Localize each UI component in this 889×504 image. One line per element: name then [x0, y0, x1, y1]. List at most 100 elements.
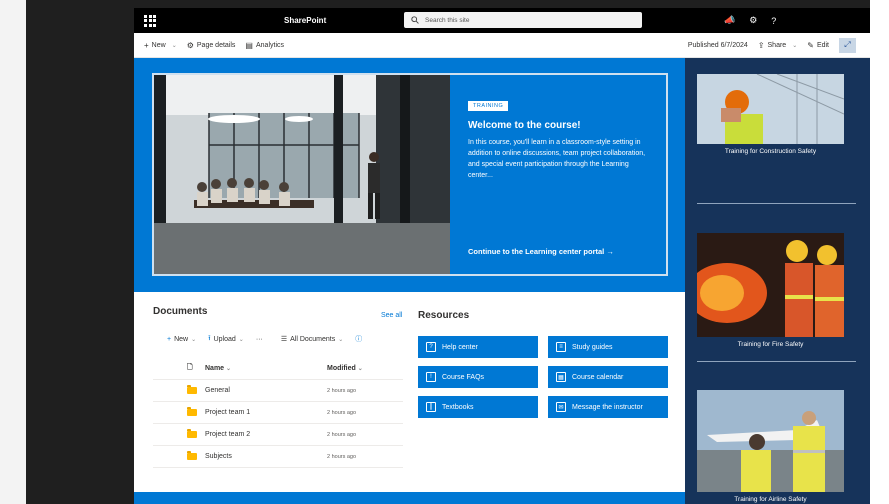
plus-icon: + — [144, 40, 149, 50]
file-modified: 2 hours ago — [327, 409, 357, 416]
chevron-down-icon: ⌄ — [792, 42, 798, 49]
upload-label: Upload — [213, 335, 236, 343]
expand-icon[interactable]: ⤢ — [839, 37, 856, 53]
help-question-icon[interactable]: ? — [771, 16, 776, 26]
view-selector[interactable]: ☰ All Documents ⌄ — [281, 335, 344, 344]
upload-icon: ⭱ — [208, 334, 211, 342]
file-type-icon: 🗋 — [187, 364, 193, 371]
message-instructor-button[interactable]: ✉ Message the instructor — [548, 396, 668, 418]
analytics-icon: ▤ — [245, 40, 253, 50]
document-icon: ≡ — [556, 342, 566, 352]
fire-safety-caption: Training for Fire Safety — [737, 341, 804, 348]
faq-icon: ! — [426, 372, 436, 382]
chevron-down-icon: ⌄ — [338, 336, 344, 343]
edit-button[interactable]: ✎ Edit — [807, 41, 829, 50]
study-guides-button[interactable]: ≡ Study guides — [548, 336, 668, 358]
calendar-icon: ▦ — [556, 372, 566, 382]
resources-title: Resources — [418, 310, 470, 321]
training-sidebar: Training for Construction Safety Trainin… — [685, 58, 870, 504]
documents-toolbar: + New ⌄ ⭱ Upload ⌄ ··· ☰ All Documents ⌄… — [167, 333, 407, 345]
training-badge: TRAINING — [468, 101, 509, 111]
textbooks-button[interactable]: ║ Textbooks — [418, 396, 538, 418]
course-faqs-button[interactable]: ! Course FAQs — [418, 366, 538, 388]
right-background-strip — [870, 0, 889, 504]
page-details-button[interactable]: ⚙ Page details — [187, 41, 236, 50]
help-center-button[interactable]: ? Help center — [418, 336, 538, 358]
fire-safety-image — [697, 233, 844, 337]
sidebar-divider — [697, 361, 856, 362]
file-modified: 2 hours ago — [327, 431, 357, 438]
file-name[interactable]: Project team 2 — [205, 431, 327, 438]
file-name[interactable]: Subjects — [205, 453, 327, 460]
airline-safety-image — [697, 390, 844, 492]
app-launcher-icon[interactable] — [144, 14, 156, 27]
plus-icon: + — [167, 335, 172, 343]
search-icon — [411, 16, 419, 24]
table-row[interactable]: Project team 2 2 hours ago — [153, 424, 403, 446]
folder-icon — [187, 385, 197, 394]
textbooks-label: Textbooks — [442, 403, 474, 411]
gear-icon[interactable]: ⚙ — [749, 15, 757, 26]
documents-webpart: Documents See all + New ⌄ ⭱ Upload ⌄ ···… — [153, 306, 408, 468]
suite-bar: SharePoint 📣 ⚙ ? — [134, 8, 870, 33]
search-input[interactable] — [425, 16, 625, 24]
info-button[interactable]: ⓘ — [355, 334, 362, 344]
help-center-label: Help center — [442, 343, 478, 351]
command-bar: + New ⌄ ⚙ Page details ▤ Analytics Publi… — [134, 33, 870, 58]
sharepoint-window: SharePoint 📣 ⚙ ? + New ⌄ ⚙ Page details … — [134, 8, 870, 504]
info-icon: ⓘ — [355, 336, 363, 343]
airline-safety-caption: Training for Airline Safety — [734, 496, 807, 503]
help-icon: ? — [426, 342, 436, 352]
table-row[interactable]: Subjects 2 hours ago — [153, 446, 403, 468]
learning-center-link[interactable]: Continue to the Learning center portal → — [468, 247, 614, 256]
hero-image — [154, 75, 450, 274]
column-header-name[interactable]: Name ⌄ — [205, 365, 327, 372]
app-name[interactable]: SharePoint — [284, 16, 326, 25]
bottom-banner — [134, 492, 685, 504]
file-name[interactable]: Project team 1 — [205, 409, 327, 416]
documents-title: Documents — [153, 306, 208, 317]
doc-new-button[interactable]: + New ⌄ — [167, 336, 196, 343]
hero-card[interactable]: TRAINING Welcome to the course! In this … — [152, 73, 668, 276]
construction-safety-card[interactable]: Training for Construction Safety — [697, 74, 856, 155]
chevron-down-icon: ⌄ — [238, 336, 244, 343]
more-options-button[interactable]: ··· — [256, 336, 263, 343]
view-label: All Documents — [290, 335, 336, 343]
pencil-icon: ✎ — [807, 40, 814, 50]
megaphone-icon[interactable]: 📣 — [724, 15, 735, 26]
table-row[interactable]: General 2 hours ago — [153, 380, 403, 402]
sidebar-divider — [697, 203, 856, 204]
file-modified: 2 hours ago — [327, 453, 357, 460]
analytics-button[interactable]: ▤ Analytics — [245, 41, 284, 50]
hero-text-panel: TRAINING Welcome to the course! In this … — [450, 75, 666, 274]
message-instructor-label: Message the instructor — [572, 403, 643, 411]
fire-safety-card[interactable]: Training for Fire Safety — [697, 233, 856, 348]
resources-webpart: Resources ? Help center ≡ Study guides !… — [418, 310, 678, 418]
construction-safety-caption: Training for Construction Safety — [724, 148, 817, 155]
search-box[interactable] — [404, 12, 642, 28]
mail-icon: ✉ — [556, 402, 566, 412]
hero-description: In this course, you'll learn in a classr… — [468, 139, 646, 179]
study-guides-label: Study guides — [572, 343, 613, 351]
edit-label: Edit — [816, 41, 829, 49]
column-header-modified[interactable]: Modified ⌄ — [327, 365, 397, 372]
share-button[interactable]: ⇪ Share ⌄ — [758, 41, 797, 50]
course-calendar-label: Course calendar — [572, 373, 624, 381]
page-details-label: Page details — [196, 41, 236, 49]
file-modified: 2 hours ago — [327, 387, 357, 394]
chevron-down-icon: ⌄ — [191, 336, 197, 343]
new-label: New — [151, 41, 166, 49]
share-icon: ⇪ — [757, 40, 765, 50]
file-name[interactable]: General — [205, 387, 327, 394]
table-row[interactable]: Project team 1 2 hours ago — [153, 402, 403, 424]
doc-new-label: New — [174, 335, 189, 343]
more-label: ··· — [255, 335, 263, 343]
see-all-link[interactable]: See all — [381, 312, 402, 319]
new-button[interactable]: + New ⌄ — [144, 41, 177, 50]
command-bar-right: Published 6/7/2024 ⇪ Share ⌄ ✎ Edit ⤢ — [688, 37, 856, 53]
books-icon: ║ — [426, 402, 436, 412]
course-calendar-button[interactable]: ▦ Course calendar — [548, 366, 668, 388]
upload-button[interactable]: ⭱ Upload ⌄ — [208, 334, 244, 345]
chevron-down-icon: ⌄ — [171, 42, 177, 49]
airline-safety-card[interactable]: Training for Airline Safety — [697, 390, 856, 503]
